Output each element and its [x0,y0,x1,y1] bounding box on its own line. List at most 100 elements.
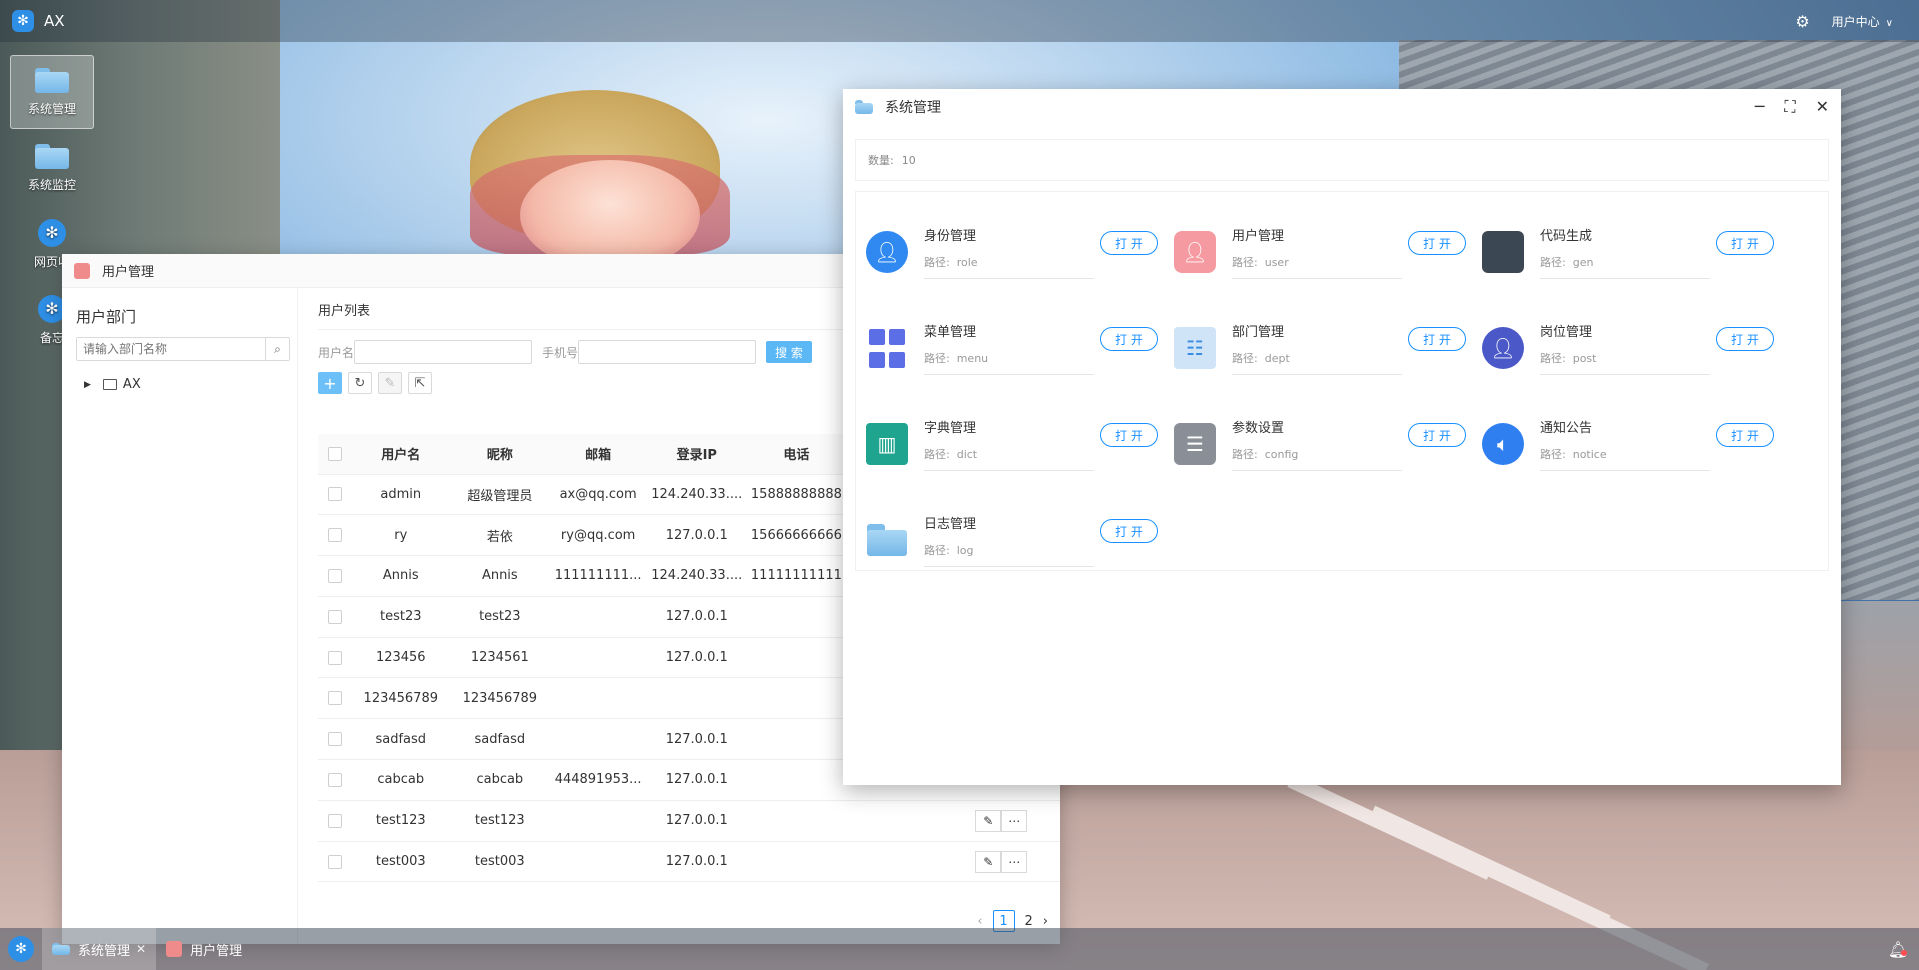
taskbar-item-system-management[interactable]: 系统管理 ✕ [42,928,157,970]
code-icon [1482,231,1524,273]
cell-phone [746,596,847,638]
close-icon[interactable]: ✕ [1816,97,1829,117]
row-checkbox[interactable] [327,854,342,869]
column-header[interactable]: 登录IP [646,434,747,475]
row-checkbox[interactable] [327,528,342,543]
column-header[interactable]: 电话 [746,434,847,475]
open-module-button[interactable]: 打 开 [1408,327,1466,351]
open-module-button[interactable]: 打 开 [1716,423,1774,447]
cell-phone: 15666666666 [746,514,847,557]
edit-row-icon[interactable]: ✎ [975,809,1002,832]
open-module-button[interactable]: 打 开 [1716,327,1774,351]
pinwheel-icon: ✻ [8,936,34,962]
module-name: 部门管理 [1232,325,1285,340]
pinwheel-logo-icon[interactable]: ✻ [12,10,34,32]
maximize-icon[interactable]: ⛶ [1784,97,1795,117]
gear-icon[interactable]: ⚙ [1795,12,1809,31]
row-checkbox[interactable] [327,487,342,502]
cell-username: cabcab [351,759,451,801]
module-name: 岗位管理 [1540,325,1593,340]
cell-email [549,637,647,679]
window-title: 系统管理 [885,100,941,116]
edit-button[interactable]: ✎ [378,372,402,394]
module-card[interactable]: 代码生成 路径: gen 打 开 [1482,204,1790,300]
open-module-button[interactable]: 打 开 [1100,423,1158,447]
page-next-number[interactable]: 2 [1025,914,1033,929]
module-card[interactable]: 👤︎ 岗位管理 路径: post 打 开 [1482,300,1790,396]
cell-username: sadfasd [351,718,451,761]
row-checkbox[interactable] [327,813,342,828]
module-card[interactable]: 日志管理 路径: log 打 开 [866,492,1174,588]
open-module-button[interactable]: 打 开 [1100,327,1158,351]
module-card[interactable]: ▥ 字典管理 路径: dict 打 开 [866,396,1174,492]
cell-nickname: 1234561 [450,637,550,679]
open-module-button[interactable]: 打 开 [1408,423,1466,447]
cell-ip: 127.0.0.1 [646,596,747,638]
select-all-checkbox[interactable] [327,446,342,461]
caret-right-icon[interactable]: ▶ [84,380,91,390]
cell-phone [746,637,847,679]
cell-email: ax@qq.com [549,474,647,516]
start-button[interactable]: ✻ [0,928,42,970]
minimize-icon[interactable]: ─ [1755,97,1765,117]
desktop-icon-system-monitor[interactable]: 系统监控 [10,131,94,205]
table-row[interactable]: test123 test123 127.0.0.1 ✎ ⋯ [318,800,1060,842]
module-card[interactable]: 👤︎ 身份管理 路径: role 打 开 [866,204,1174,300]
open-module-button[interactable]: 打 开 [1716,231,1774,255]
open-module-button[interactable]: 打 开 [1408,231,1466,255]
username-filter-label: 用户名 [318,345,355,360]
module-card[interactable]: 👤︎ 用户管理 路径: user 打 开 [1174,204,1482,300]
cell-username: admin [351,474,451,516]
desktop-icon-label: 备忘 [39,330,64,345]
table-row[interactable]: test003 test003 127.0.0.1 ✎ ⋯ [318,841,1060,883]
export-button[interactable]: ⇱ [408,372,432,394]
username-filter-input[interactable] [354,340,533,364]
row-checkbox[interactable] [327,609,342,624]
edit-row-icon[interactable]: ✎ [975,850,1002,873]
cell-username: Annis [351,555,451,597]
column-header[interactable]: 邮箱 [549,434,647,475]
window-title: 用户管理 [102,265,155,280]
open-module-button[interactable]: 打 开 [1100,519,1158,543]
dept-search-input[interactable] [77,338,265,360]
module-name: 日志管理 [924,517,977,532]
refresh-button[interactable]: ↻ [348,372,372,394]
row-checkbox[interactable] [327,691,342,706]
module-name: 身份管理 [924,229,977,244]
cell-nickname: 超级管理员 [450,474,550,516]
more-options-icon[interactable]: ⋯ [1001,850,1028,873]
system-management-window[interactable]: 系统管理 ─ ⛶ ✕ 数量: 10 👤︎ 身份管理 路径: role 打 开 👤︎ 用户管… [843,89,1841,785]
taskbar-item-user-management[interactable]: 用户管理 [156,928,252,970]
module-path: 路径: config [1232,448,1299,461]
row-checkbox[interactable] [327,650,342,665]
module-card[interactable]: ☰ 参数设置 路径: config 打 开 [1174,396,1482,492]
phone-filter-input[interactable] [578,340,757,364]
column-header[interactable]: 昵称 [450,434,550,475]
cell-ip [646,677,747,720]
module-name: 代码生成 [1540,229,1593,244]
module-name: 字典管理 [924,421,977,436]
window-titlebar[interactable]: 系统管理 ─ ⛶ ✕ [843,89,1841,125]
add-user-button[interactable]: + [318,372,342,394]
module-path: 路径: dict [924,448,978,461]
open-module-button[interactable]: 打 开 [1100,231,1158,255]
bell-icon[interactable]: 🔔︎ [1877,940,1919,959]
desktop-icon-system-management[interactable]: 系统管理 [10,55,94,129]
module-card[interactable]: 菜单管理 路径: menu 打 开 [866,300,1174,396]
row-checkbox[interactable] [327,772,342,787]
close-icon[interactable]: ✕ [136,942,146,956]
cell-email [549,718,647,761]
module-card[interactable]: 🔈︎ 通知公告 路径: notice 打 开 [1482,396,1790,492]
prev-page-icon[interactable]: ‹ [977,914,982,929]
user-center-menu[interactable]: 用户中心 ∨ [1832,13,1893,30]
more-options-icon[interactable]: ⋯ [1001,809,1028,832]
cell-email [549,596,647,638]
search-icon[interactable]: ⌕ [265,338,289,360]
module-card[interactable]: ☷ 部门管理 路径: dept 打 开 [1174,300,1482,396]
column-header[interactable]: 用户名 [351,434,451,475]
row-checkbox[interactable] [327,568,342,583]
row-checkbox[interactable] [327,732,342,747]
tree-node-root[interactable]: ▶ AX [76,377,283,392]
next-page-icon[interactable]: › [1043,914,1048,929]
search-button[interactable]: 搜 索 [766,341,813,363]
